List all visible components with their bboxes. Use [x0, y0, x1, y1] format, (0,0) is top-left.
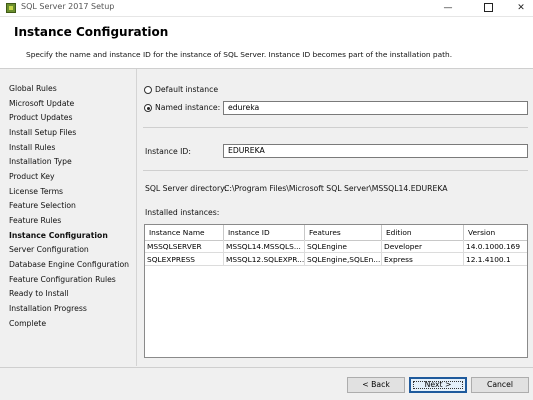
instance-id-input[interactable]: EDUREKA: [223, 144, 528, 158]
sidebar-item-complete[interactable]: Complete: [9, 319, 46, 328]
table-row[interactable]: MSSQLSERVER MSSQL14.MSSQLS... SQLEngine …: [145, 240, 527, 253]
installed-instances-label: Installed instances:: [145, 208, 220, 217]
column-header-features[interactable]: Features: [305, 225, 382, 240]
default-instance-radio[interactable]: [144, 86, 152, 94]
column-header-version[interactable]: Version: [464, 225, 527, 240]
table-row[interactable]: SQLEXPRESS MSSQL12.SQLEXPR... SQLEngine,…: [145, 253, 527, 266]
sidebar-item-license-terms[interactable]: License Terms: [9, 187, 63, 196]
named-instance-radio[interactable]: [144, 104, 152, 112]
back-button[interactable]: < Back: [347, 377, 405, 393]
column-header-instance-id[interactable]: Instance ID: [224, 225, 305, 240]
cell-instance-name: SQLEXPRESS: [145, 253, 224, 266]
sidebar-item-microsoft-update[interactable]: Microsoft Update: [9, 99, 74, 108]
sidebar-item-ready-to-install[interactable]: Ready to Install: [9, 289, 69, 298]
title-bar: SQL Server 2017 Setup — ✕: [0, 0, 533, 17]
named-instance-input[interactable]: edureka: [223, 101, 528, 115]
sidebar-item-install-rules[interactable]: Install Rules: [9, 143, 55, 152]
sql-server-directory-value: C:\Program Files\Microsoft SQL Server\MS…: [224, 184, 448, 193]
column-header-edition[interactable]: Edition: [382, 225, 464, 240]
cancel-button[interactable]: Cancel: [471, 377, 529, 393]
cell-instance-id: MSSQL14.MSSQLS...: [224, 240, 305, 253]
sidebar-item-feature-selection[interactable]: Feature Selection: [9, 201, 76, 210]
close-button[interactable]: ✕: [504, 0, 533, 16]
sidebar-divider: [136, 69, 137, 366]
setup-steps-sidebar: Global Rules Microsoft Update Product Up…: [0, 69, 136, 366]
sidebar-item-feature-configuration-rules[interactable]: Feature Configuration Rules: [9, 275, 116, 284]
cell-version: 14.0.1000.169: [464, 240, 527, 253]
column-header-instance-name[interactable]: Instance Name: [145, 225, 224, 240]
maximize-button[interactable]: [471, 0, 505, 16]
minimize-button[interactable]: —: [431, 0, 465, 16]
cell-version: 12.1.4100.1: [464, 253, 527, 266]
window-title: SQL Server 2017 Setup: [21, 2, 115, 11]
sql-server-directory-label: SQL Server directory:: [145, 184, 227, 193]
sidebar-item-installation-type[interactable]: Installation Type: [9, 157, 72, 166]
default-instance-label[interactable]: Default instance: [155, 85, 218, 94]
sidebar-item-product-updates[interactable]: Product Updates: [9, 113, 72, 122]
cell-edition: Express: [382, 253, 464, 266]
sidebar-item-install-setup-files[interactable]: Install Setup Files: [9, 128, 76, 137]
section-divider: [143, 170, 528, 171]
sidebar-item-instance-configuration[interactable]: Instance Configuration: [9, 231, 108, 240]
table-header: Instance Name Instance ID Features Editi…: [145, 225, 527, 241]
footer-divider: [0, 367, 533, 368]
cell-edition: Developer: [382, 240, 464, 253]
installed-instances-table[interactable]: Instance Name Instance ID Features Editi…: [144, 224, 528, 358]
section-divider: [143, 127, 528, 128]
maximize-icon: [483, 3, 493, 12]
cell-features: SQLEngine: [305, 240, 382, 253]
sidebar-item-product-key[interactable]: Product Key: [9, 172, 55, 181]
named-instance-label[interactable]: Named instance:: [155, 103, 220, 112]
next-button[interactable]: Next >: [409, 377, 467, 393]
sidebar-item-global-rules[interactable]: Global Rules: [9, 84, 57, 93]
sidebar-item-server-configuration[interactable]: Server Configuration: [9, 245, 89, 254]
sidebar-item-database-engine-configuration[interactable]: Database Engine Configuration: [9, 260, 129, 269]
sidebar-item-feature-rules[interactable]: Feature Rules: [9, 216, 61, 225]
sidebar-item-installation-progress[interactable]: Installation Progress: [9, 304, 87, 313]
instance-id-label: Instance ID:: [145, 147, 191, 156]
page-subtitle: Specify the name and instance ID for the…: [26, 50, 453, 59]
cell-features: SQLEngine,SQLEn...: [305, 253, 382, 266]
page-title: Instance Configuration: [14, 25, 169, 39]
cell-instance-id: MSSQL12.SQLEXPR...: [224, 253, 305, 266]
sql-server-setup-icon: [6, 3, 16, 13]
cell-instance-name: MSSQLSERVER: [145, 240, 224, 253]
page-header: Instance Configuration Specify the name …: [0, 17, 533, 69]
